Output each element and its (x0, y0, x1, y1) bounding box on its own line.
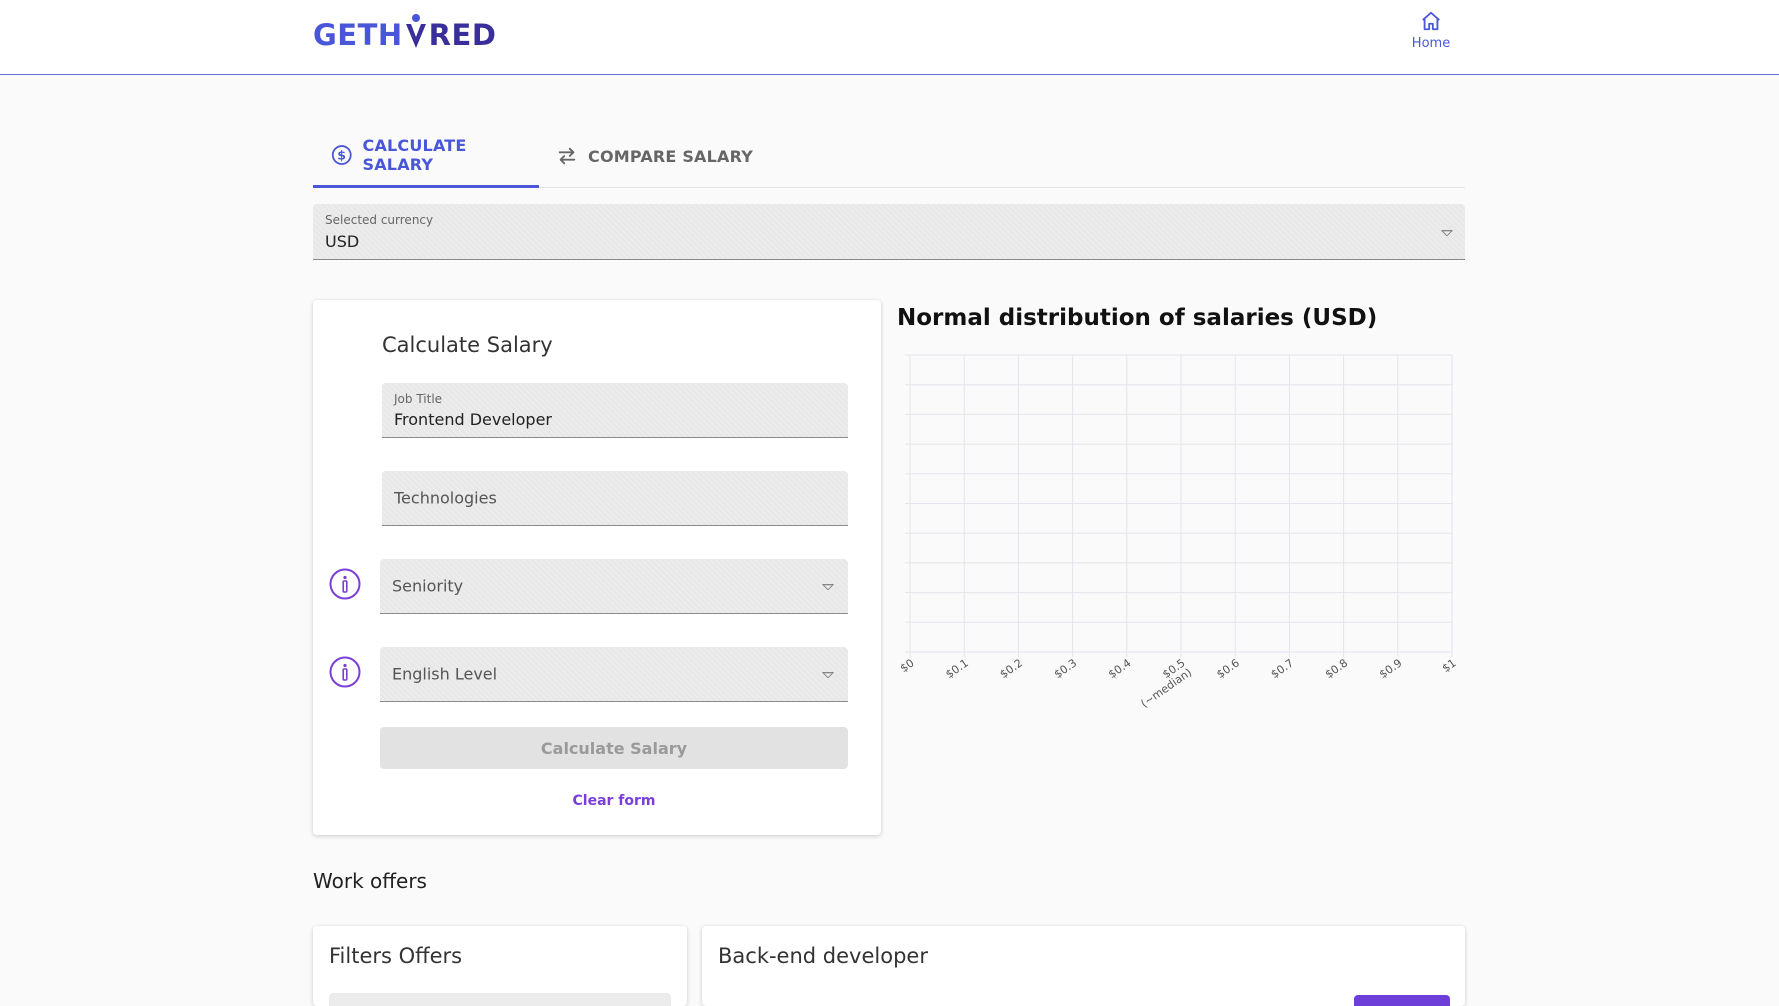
english-level-placeholder: English Level (392, 664, 498, 684)
x-tick-label: $0.1 (943, 656, 971, 681)
home-label: Home (1411, 36, 1451, 51)
x-tick-label: $0.6 (1214, 656, 1242, 681)
job-title-value: Frontend Developer (394, 410, 552, 429)
home-icon (1422, 11, 1440, 31)
x-tick-label: $1 (1440, 656, 1459, 675)
offer-card: Back-end developer (702, 926, 1465, 1006)
seniority-select[interactable]: Seniority (380, 559, 848, 614)
x-tick-label: $0.8 (1323, 656, 1351, 681)
logo-person-icon (404, 12, 428, 52)
chevron-down-icon (822, 584, 834, 591)
x-tick-label: $0.4 (1106, 656, 1134, 681)
english-level-info-icon[interactable] (329, 656, 361, 688)
dollar-circle-icon: $ (331, 144, 352, 165)
currency-select[interactable]: Selected currency USD (313, 204, 1465, 260)
x-tick-label: $0.2 (998, 656, 1026, 681)
gethired-logo[interactable]: GETH RED (313, 12, 496, 52)
seniority-placeholder: Seniority (392, 576, 464, 596)
logo-text-left: GETH (313, 18, 403, 52)
salary-distribution-chart: $0 $0.1 $0.2 $0.3 $0.4 $0.5(~median) $0.6 $0.7 $… (898, 354, 1459, 710)
chart-title: Normal distribution of salaries (USD) (897, 305, 1378, 331)
offer-action-button[interactable] (1354, 995, 1450, 1006)
chevron-down-icon (1441, 229, 1453, 236)
job-title-label: Job Title (394, 392, 443, 406)
tab-calculate-salary[interactable]: $ CALCULATE SALARY (313, 124, 539, 188)
x-tick-label: $0.3 (1052, 656, 1080, 681)
logo-text-right: RED (428, 18, 497, 52)
calculate-salary-card: Calculate Salary Job Title Frontend Deve… (313, 300, 881, 835)
technologies-placeholder: Technologies (394, 488, 497, 508)
salary-tabs: $ CALCULATE SALARY COMPARE SALARY (313, 124, 1465, 188)
tab-compare-salary-label: COMPARE SALARY (588, 146, 754, 166)
top-bar: GETH RED Home (0, 0, 1779, 75)
technologies-field[interactable]: Technologies (382, 471, 848, 526)
job-title-field[interactable]: Job Title Frontend Developer (382, 383, 848, 438)
filters-offers-card: Filters Offers (313, 926, 687, 1006)
home-link[interactable]: Home (1406, 10, 1456, 51)
filter-input[interactable] (329, 993, 671, 1006)
clear-form-link[interactable]: Clear form (380, 793, 848, 809)
english-level-select[interactable]: English Level (380, 647, 848, 702)
svg-text:$: $ (337, 147, 346, 162)
currency-value: USD (325, 232, 360, 251)
x-tick-label: $0.9 (1377, 656, 1405, 681)
work-offers-title: Work offers (313, 869, 427, 893)
tab-compare-salary[interactable]: COMPARE SALARY (556, 124, 753, 188)
calculate-salary-button[interactable]: Calculate Salary (380, 727, 848, 769)
swap-arrows-icon (558, 147, 576, 165)
chevron-down-icon (822, 672, 834, 679)
currency-label: Selected currency (325, 213, 434, 227)
offer-title: Back-end developer (718, 944, 928, 968)
seniority-info-icon[interactable] (329, 568, 361, 600)
x-tick-label: $0 (898, 656, 917, 675)
filters-offers-title: Filters Offers (329, 944, 463, 968)
tab-calculate-salary-label: CALCULATE SALARY (362, 135, 467, 174)
card-title: Calculate Salary (382, 333, 553, 357)
x-tick-label: $0.7 (1269, 656, 1297, 681)
